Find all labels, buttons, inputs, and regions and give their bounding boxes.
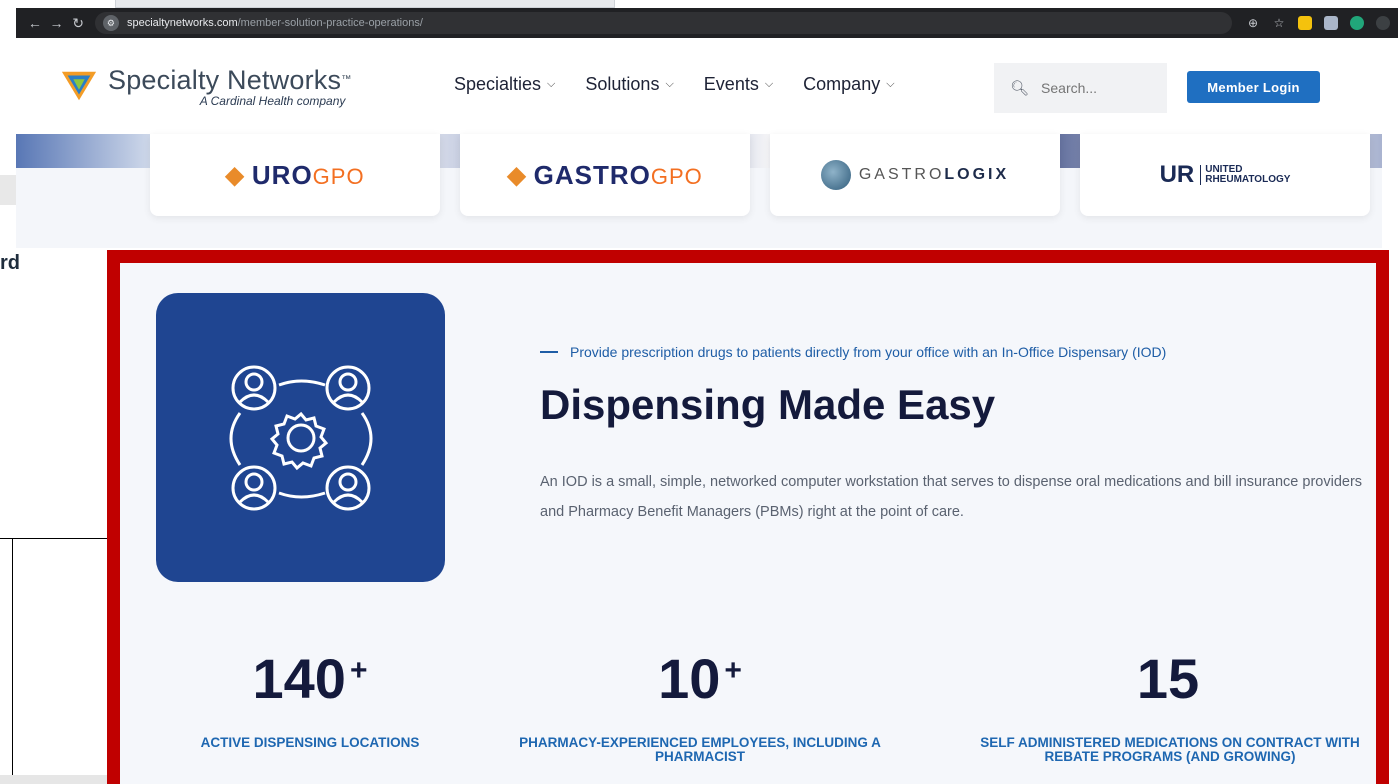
- extension-icon[interactable]: [1298, 16, 1313, 30]
- stat-number: 140 +: [252, 647, 368, 710]
- background-divider-vertical: [12, 538, 13, 778]
- globe-icon: [820, 160, 851, 190]
- browser-toolbar: ← → ↻ ⚙ specialtynetworks.com /member-so…: [16, 8, 1398, 38]
- stat-number: 10 +: [658, 647, 742, 710]
- background-text-fragment: rd: [0, 252, 20, 274]
- site-info-icon[interactable]: ⚙: [102, 15, 119, 31]
- background-bottom-bar: [0, 775, 110, 784]
- shield-logo-icon: ◆: [507, 161, 526, 189]
- profile-icon[interactable]: [1376, 16, 1391, 30]
- logo-text: Specialty Networks™ A Cardinal Health co…: [108, 66, 351, 108]
- stat-employees: 10 + PHARMACY-EXPERIENCED EMPLOYEES, INCL…: [510, 647, 890, 764]
- stat-label: SELF ADMINISTERED MEDICATIONS ON CONTRAC…: [980, 735, 1360, 764]
- site-logo[interactable]: Specialty Networks™ A Cardinal Health co…: [60, 66, 351, 108]
- search-input[interactable]: [1041, 80, 1162, 96]
- zoom-icon[interactable]: ⊕: [1246, 16, 1260, 30]
- background-grey-bar: [0, 175, 16, 205]
- section-tagline: Provide prescription drugs to patients d…: [540, 344, 1166, 360]
- section-headline: Dispensing Made Easy: [540, 381, 996, 428]
- extension-icon[interactable]: [1350, 16, 1365, 30]
- stat-medications: 15 SELF ADMINISTERED MEDICATIONS ON CONT…: [980, 647, 1360, 764]
- background-tab: [115, 0, 615, 8]
- screen: rd ← → ↻ ⚙ specialtynetworks.com /member…: [0, 0, 1398, 784]
- gastrogpo-logo: GASTROGPO: [533, 159, 703, 190]
- logo-name: Specialty Networks™: [108, 65, 352, 95]
- stat-label: ACTIVE DISPENSING LOCATIONS: [200, 735, 420, 750]
- chevron-down-icon: ⌵: [547, 78, 556, 90]
- section-body: An IOD is a small, simple, networked com…: [540, 474, 1363, 520]
- partner-card-gastrogpo[interactable]: ◆ GASTROGPO: [460, 134, 750, 216]
- users-gear-network-icon: [229, 365, 373, 511]
- search-icon[interactable]: 🔍︎: [1010, 79, 1029, 97]
- chevron-down-icon: ⌵: [886, 78, 895, 90]
- nav-solutions[interactable]: Solutions ⌵: [585, 74, 673, 95]
- browser-actions: ⊕ ☆: [1246, 16, 1391, 30]
- shield-logo-icon: ◆: [225, 161, 244, 189]
- tagline-dash: [540, 351, 558, 353]
- url-host: specialtynetworks.com: [126, 17, 238, 29]
- feature-icon-tile: [156, 293, 445, 582]
- stat-active-locations: 140 + ACTIVE DISPENSING LOCATIONS: [120, 647, 500, 750]
- search-box: 🔍︎: [994, 63, 1167, 113]
- main-nav: Specialties ⌵ Solutions ⌵ Events ⌵ Company ⌵: [454, 74, 895, 95]
- nav-specialties[interactable]: Specialties ⌵: [454, 74, 555, 95]
- logo-mark-icon: [61, 71, 97, 101]
- stat-label: PHARMACY-EXPERIENCED EMPLOYEES, INCLUDIN…: [519, 735, 881, 764]
- bookmark-star-icon[interactable]: ☆: [1272, 16, 1286, 30]
- partner-card-gastrologix[interactable]: GASTRO LOGIX: [770, 134, 1060, 216]
- gastrologix-logo: GASTRO LOGIX: [820, 160, 1009, 190]
- extension-icon[interactable]: [1324, 16, 1339, 30]
- stat-number: 15: [1136, 647, 1200, 710]
- highlight-frame: Provide prescription drugs to patients d…: [107, 250, 1389, 784]
- reload-icon[interactable]: ↻: [67, 12, 89, 34]
- logo-subtitle: A Cardinal Health company: [199, 94, 346, 108]
- address-bar[interactable]: ⚙ specialtynetworks.com /member-solution…: [94, 12, 1233, 34]
- chevron-down-icon: ⌵: [764, 78, 774, 90]
- forward-arrow-icon[interactable]: →: [46, 12, 68, 34]
- chevron-down-icon: ⌵: [665, 78, 674, 90]
- back-arrow-icon[interactable]: ←: [24, 12, 46, 34]
- nav-company[interactable]: Company ⌵: [803, 74, 894, 95]
- nav-events[interactable]: Events ⌵: [704, 74, 773, 95]
- url-path: /member-solution-practice-operations/: [237, 17, 423, 29]
- site-header: Specialty Networks™ A Cardinal Health co…: [16, 38, 1398, 134]
- background-divider: [0, 538, 110, 539]
- united-rheumatology-logo: UR UNITED RHEUMATOLOGY: [1159, 161, 1291, 188]
- member-login-button[interactable]: Member Login: [1187, 71, 1320, 103]
- partner-card-urogpo[interactable]: ◆ UROGPO: [150, 134, 440, 216]
- urogpo-logo: UROGPO: [251, 159, 365, 190]
- partner-card-united-rheumatology[interactable]: UR UNITED RHEUMATOLOGY: [1080, 134, 1370, 216]
